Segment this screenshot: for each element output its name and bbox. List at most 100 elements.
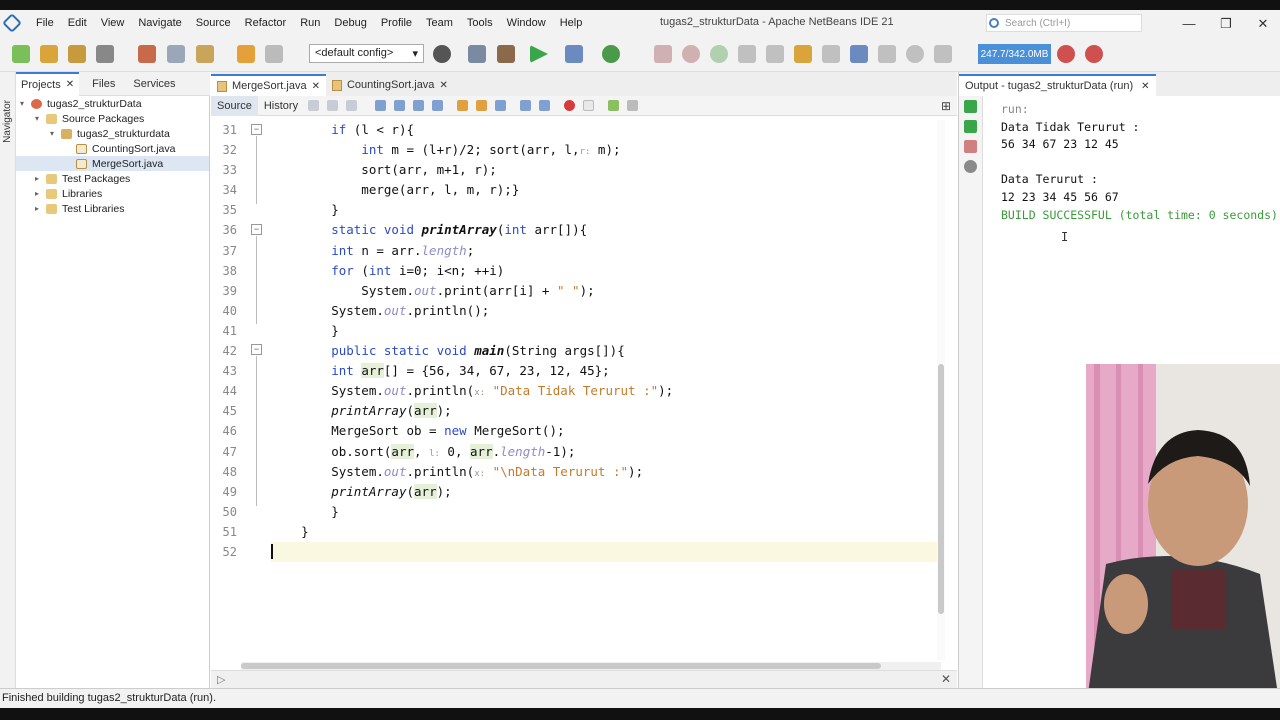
clean-build-icon[interactable] <box>497 45 515 63</box>
menu-source[interactable]: Source <box>189 17 238 29</box>
settings-icon[interactable] <box>964 160 977 173</box>
continue-icon[interactable] <box>710 45 728 63</box>
menu-profile[interactable]: Profile <box>374 17 419 29</box>
chevron-right-icon[interactable]: ▸ <box>35 174 44 183</box>
close-icon[interactable]: ✕ <box>941 672 951 686</box>
editor-vertical-scrollbar[interactable] <box>937 120 945 660</box>
pause-icon[interactable] <box>682 45 700 63</box>
rerun-with-params-icon[interactable] <box>964 120 977 133</box>
step-into-icon[interactable] <box>766 45 784 63</box>
chevron-right-icon[interactable]: ▸ <box>35 189 44 198</box>
menu-tools[interactable]: Tools <box>460 17 500 29</box>
close-icon[interactable]: ✕ <box>66 79 74 90</box>
new-file-icon[interactable] <box>12 45 30 63</box>
close-project-icon[interactable] <box>96 45 114 63</box>
open-project-icon[interactable] <box>68 45 86 63</box>
step-out-icon[interactable] <box>794 45 812 63</box>
menu-team[interactable]: Team <box>419 17 460 29</box>
chevron-down-icon[interactable]: ▾ <box>20 99 29 108</box>
tab-mergesort[interactable]: MergeSort.java ✕ <box>211 74 326 96</box>
fold-toggle-icon[interactable]: − <box>251 224 262 235</box>
navigator-label[interactable]: Navigator <box>2 100 13 143</box>
code-area[interactable]: if (l < r){ int m = (l+r)/2; sort(arr, l… <box>271 120 941 563</box>
menu-debug[interactable]: Debug <box>327 17 373 29</box>
chevron-right-icon[interactable]: ▸ <box>35 204 44 213</box>
stop-macro-icon[interactable] <box>583 100 595 111</box>
take-snapshot-icon[interactable] <box>878 45 896 63</box>
previous-bookmark-icon[interactable] <box>457 100 469 111</box>
menu-window[interactable]: Window <box>500 17 553 29</box>
menu-refactor[interactable]: Refactor <box>238 17 294 29</box>
memory-indicator[interactable]: 247.7/342.0MB <box>978 44 1051 64</box>
fold-toggle-icon[interactable]: − <box>251 344 262 355</box>
globe-icon[interactable] <box>433 45 451 63</box>
stop-icon[interactable] <box>964 140 977 153</box>
run-to-cursor-icon[interactable] <box>822 45 840 63</box>
close-icon[interactable]: ✕ <box>1141 81 1149 92</box>
profiler-icon[interactable] <box>1085 45 1103 63</box>
garbage-collect-icon[interactable] <box>1057 45 1075 63</box>
undo-icon[interactable] <box>237 45 255 63</box>
tree-item-source-packages[interactable]: ▾ Source Packages <box>16 111 209 126</box>
minimize-button[interactable]: — <box>1179 16 1199 31</box>
rerun-icon[interactable] <box>964 100 977 113</box>
stop-icon[interactable] <box>654 45 672 63</box>
comment-icon[interactable] <box>608 100 620 111</box>
chevron-down-icon[interactable]: ▾ <box>50 129 59 138</box>
cut-icon[interactable] <box>138 45 156 63</box>
expand-arrow-icon[interactable]: ▷ <box>217 673 225 686</box>
tree-item-package[interactable]: ▾ tugas2_strukturdata <box>16 126 209 141</box>
tab-projects[interactable]: Projects ✕ <box>16 71 80 96</box>
maximize-button[interactable]: ❐ <box>1216 16 1236 32</box>
toggle-bookmark-icon[interactable] <box>495 100 507 111</box>
step-over-icon[interactable] <box>738 45 756 63</box>
fold-toggle-icon[interactable]: − <box>251 124 262 135</box>
back-icon[interactable] <box>327 100 339 111</box>
split-editor-icon[interactable]: ⊞ <box>941 99 951 113</box>
tab-services[interactable]: Services <box>128 72 180 96</box>
menu-help[interactable]: Help <box>553 17 590 29</box>
record-icon[interactable] <box>906 45 924 63</box>
tab-files[interactable]: Files <box>87 72 120 96</box>
menu-edit[interactable]: Edit <box>61 17 94 29</box>
next-bookmark-icon[interactable] <box>476 100 488 111</box>
config-select[interactable]: <default config> ▾ <box>309 44 424 63</box>
redo-icon[interactable] <box>265 45 283 63</box>
scroll-thumb[interactable] <box>241 663 881 669</box>
source-view-button[interactable]: Source <box>211 95 258 116</box>
copy-icon[interactable] <box>167 45 185 63</box>
close-icon[interactable]: ✕ <box>439 80 447 91</box>
tree-item-mergesort[interactable]: MergeSort.java <box>16 156 209 171</box>
paste-icon[interactable] <box>196 45 214 63</box>
search-box[interactable]: Search (Ctrl+I) <box>986 14 1142 32</box>
uncomment-icon[interactable] <box>627 100 639 111</box>
tab-output[interactable]: Output - tugas2_strukturData (run) ✕ <box>959 74 1156 96</box>
tree-item-test-libraries[interactable]: ▸ Test Libraries <box>16 201 209 216</box>
editor-horizontal-scrollbar[interactable] <box>241 662 941 670</box>
output-console[interactable]: run: Data Tidak Terurut : 56 34 67 23 12… <box>1001 101 1280 224</box>
shift-right-icon[interactable] <box>539 100 551 111</box>
tree-item-test-packages[interactable]: ▸ Test Packages <box>16 171 209 186</box>
find-icon[interactable] <box>375 100 387 111</box>
tree-item-libraries[interactable]: ▸ Libraries <box>16 186 209 201</box>
debug-icon[interactable] <box>565 45 583 63</box>
forward-icon[interactable] <box>346 100 358 111</box>
new-project-icon[interactable] <box>40 45 58 63</box>
menu-file[interactable]: File <box>29 17 61 29</box>
last-edit-icon[interactable] <box>308 100 320 111</box>
chevron-down-icon[interactable]: ▾ <box>35 114 44 123</box>
run-icon[interactable] <box>530 45 548 63</box>
gc-icon[interactable] <box>934 45 952 63</box>
apply-code-changes-icon[interactable] <box>850 45 868 63</box>
menu-run[interactable]: Run <box>293 17 327 29</box>
scroll-thumb[interactable] <box>938 364 944 614</box>
tree-item-project[interactable]: ▾ tugas2_strukturData <box>16 96 209 111</box>
tab-countingsort[interactable]: CountingSort.java ✕ <box>326 74 454 96</box>
menu-view[interactable]: View <box>94 17 132 29</box>
build-icon[interactable] <box>468 45 486 63</box>
find-previous-icon[interactable] <box>394 100 406 111</box>
close-button[interactable]: ✕ <box>1253 16 1273 32</box>
find-next-icon[interactable] <box>413 100 425 111</box>
close-icon[interactable]: ✕ <box>312 81 320 92</box>
tree-item-countingsort[interactable]: CountingSort.java <box>16 141 209 156</box>
